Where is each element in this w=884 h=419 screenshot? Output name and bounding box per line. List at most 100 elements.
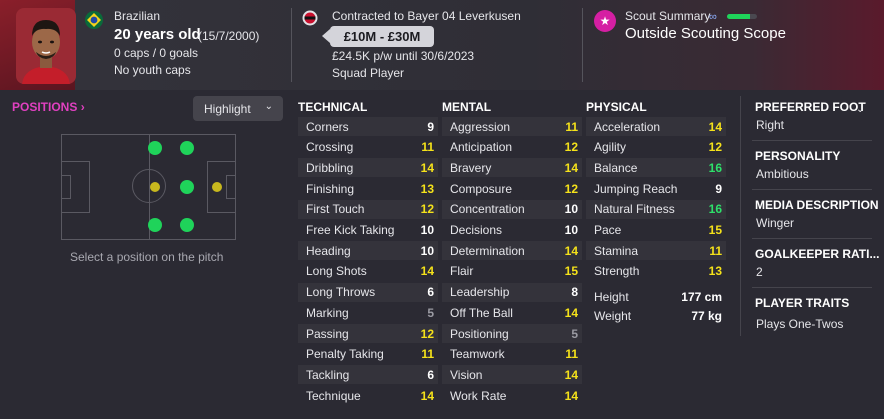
leverkusen-crest-icon[interactable]: [302, 10, 318, 26]
attribute-row[interactable]: Marking 5: [298, 303, 438, 322]
attribute-value: 14: [564, 367, 578, 382]
attribute-row[interactable]: Positioning 5: [442, 324, 582, 343]
attribute-row[interactable]: Concentration 10: [442, 199, 582, 219]
position-dot-cm[interactable]: [150, 182, 160, 192]
player-traits-label: PLAYER TRAITS: [755, 296, 850, 310]
attribute-name: Passing: [306, 326, 349, 341]
attribute-row[interactable]: Work Rate 14: [442, 386, 582, 405]
attribute-row[interactable]: Agility 12: [586, 138, 726, 157]
attribute-row[interactable]: Anticipation 12: [442, 138, 582, 157]
attribute-value: 9: [427, 119, 434, 134]
attribute-row[interactable]: Off The Ball 14: [442, 303, 582, 322]
attribute-value: 16: [708, 202, 722, 217]
star-icon: ★: [594, 10, 616, 32]
attribute-name: Balance: [594, 160, 638, 175]
attribute-row[interactable]: Finishing 13: [298, 179, 438, 198]
attribute-row[interactable]: Determination 14: [442, 241, 582, 261]
attribute-value: 6: [427, 367, 434, 382]
attribute-row[interactable]: Aggression 11: [442, 117, 582, 136]
positions-title[interactable]: POSITIONS ›: [12, 100, 85, 114]
attribute-name: Heading: [306, 243, 351, 258]
attribute-row[interactable]: Acceleration 14: [586, 117, 726, 136]
pitch-center-circle: [132, 169, 166, 203]
contract-club[interactable]: Contracted to Bayer 04 Leverkusen: [332, 9, 521, 23]
attribute-name: Marking: [306, 305, 349, 320]
chevron-down-icon[interactable]: ⌄: [856, 104, 864, 115]
info-divider: [740, 96, 741, 336]
attribute-name: Jumping Reach: [594, 181, 678, 196]
position-dot-st[interactable]: [212, 182, 222, 192]
physical-title: PHYSICAL: [586, 100, 647, 114]
attribute-name: Corners: [306, 119, 349, 134]
position-pitch[interactable]: [61, 134, 236, 240]
highlight-dropdown[interactable]: Highlight ⌄: [193, 96, 283, 121]
attribute-row[interactable]: Strength 13: [586, 262, 726, 281]
preferred-foot-value: Right: [756, 118, 785, 132]
info-separator: [752, 238, 872, 239]
attribute-row[interactable]: Heading 10: [298, 241, 438, 261]
attribute-row[interactable]: Stamina 11: [586, 241, 726, 261]
personality-value: Ambitious: [756, 167, 809, 181]
attribute-value: 14: [564, 388, 578, 403]
attribute-row[interactable]: Composure 12: [442, 179, 582, 198]
attribute-value: 12: [708, 140, 722, 155]
attribute-row[interactable]: Bravery 14: [442, 158, 582, 178]
attribute-name: Teamwork: [450, 347, 505, 362]
goalkeeper-rating-label: GOALKEEPER RATI...: [755, 247, 880, 261]
squad-status: Squad Player: [332, 66, 405, 80]
attribute-name: Strength: [594, 264, 640, 279]
attribute-name: Long Shots: [306, 264, 367, 279]
attribute-name: Technique: [306, 388, 361, 403]
player-traits-value[interactable]: Plays One-Twos: [756, 317, 843, 331]
attribute-name: Crossing: [306, 140, 354, 155]
attribute-name: Long Throws: [306, 285, 376, 300]
attribute-value: 12: [420, 202, 434, 217]
height-label: Height: [594, 289, 629, 304]
chevron-down-icon: ⌄: [264, 101, 273, 112]
attribute-name: Tackling: [306, 367, 350, 382]
attribute-name: Off The Ball: [450, 305, 513, 320]
attribute-row[interactable]: Vision 14: [442, 365, 582, 385]
attribute-row[interactable]: Free Kick Taking 10: [298, 221, 438, 240]
attribute-value: 12: [564, 181, 578, 196]
attribute-value: 11: [421, 140, 434, 155]
attribute-value: 14: [420, 160, 434, 175]
attribute-row[interactable]: Jumping Reach 9: [586, 179, 726, 198]
attribute-row[interactable]: Tackling 6: [298, 365, 438, 385]
attribute-row[interactable]: Crossing 11: [298, 138, 438, 157]
attribute-name: Work Rate: [450, 388, 507, 403]
info-separator: [752, 189, 872, 190]
attribute-row[interactable]: Natural Fitness 16: [586, 199, 726, 219]
date-of-birth: (15/7/2000): [198, 29, 260, 43]
position-dot-am[interactable]: [180, 180, 194, 194]
attribute-row[interactable]: Teamwork 11: [442, 345, 582, 364]
attribute-name: Pace: [594, 223, 622, 237]
attribute-name: Dribbling: [306, 160, 354, 175]
attribute-row[interactable]: Corners 9: [298, 117, 438, 136]
attribute-row[interactable]: Balance 16: [586, 158, 726, 178]
attribute-row[interactable]: Passing 12: [298, 324, 438, 343]
position-dot-ml[interactable]: [180, 141, 194, 155]
position-dot-aml[interactable]: [148, 218, 162, 232]
attribute-row[interactable]: Long Throws 6: [298, 282, 438, 302]
attribute-row[interactable]: Leadership 8: [442, 282, 582, 302]
position-dot-mr[interactable]: [148, 141, 162, 155]
attribute-value: 14: [564, 243, 578, 258]
attribute-row[interactable]: Flair 15: [442, 262, 582, 281]
attribute-row[interactable]: Long Shots 14: [298, 262, 438, 281]
info-separator: [752, 140, 872, 141]
attribute-row[interactable]: Dribbling 14: [298, 158, 438, 178]
attribute-row[interactable]: Decisions 10: [442, 221, 582, 240]
attribute-value: 12: [564, 140, 578, 155]
attribute-row[interactable]: First Touch 12: [298, 199, 438, 219]
attribute-name: Aggression: [450, 119, 511, 134]
attribute-value: 14: [420, 388, 434, 403]
attribute-row[interactable]: Pace 15: [586, 221, 726, 240]
attribute-row[interactable]: Penalty Taking 11: [298, 345, 438, 364]
attribute-value: 13: [708, 264, 722, 279]
attribute-name: Finishing: [306, 181, 355, 196]
position-dot-amr[interactable]: [180, 218, 194, 232]
scout-summary-title[interactable]: Scout Summary: [625, 9, 710, 23]
attribute-value: 10: [420, 223, 434, 237]
attribute-row[interactable]: Technique 14: [298, 386, 438, 405]
